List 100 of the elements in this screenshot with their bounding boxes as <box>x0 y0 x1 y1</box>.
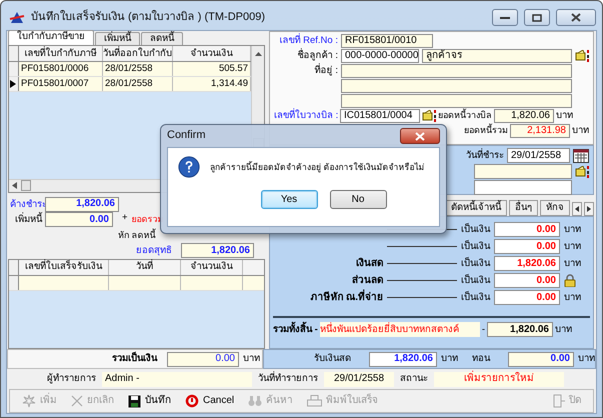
question-icon <box>178 156 200 178</box>
payment-label: ส่วนลด <box>351 274 383 286</box>
printer-icon <box>307 394 322 408</box>
unit-label: บาท <box>564 224 581 236</box>
calendar-icon <box>573 148 589 162</box>
input-field[interactable]: 1,820.06 <box>486 322 553 337</box>
field-label: เลขที่ใบวางบิล : <box>274 110 338 122</box>
input-field[interactable]: 1,820.06 <box>494 256 560 271</box>
tab[interactable]: อื่นๆ <box>509 200 538 216</box>
input-field[interactable] <box>341 94 572 108</box>
field-label: เป็นเงิน <box>461 292 490 304</box>
tab[interactable]: ใบกำกับภาษีขาย <box>8 30 94 45</box>
cancel-icon <box>71 395 83 407</box>
close-icon <box>571 13 581 22</box>
input-field[interactable]: 2,131.98 <box>510 124 570 138</box>
column-header: จำนวนเงิน <box>181 260 243 275</box>
field-label: วันที่ทำรายการ <box>258 373 318 385</box>
input-field[interactable]: เพิ่มรายการใหม่ <box>434 372 564 386</box>
toolbar-button[interactable]: Cancel <box>179 393 240 409</box>
input-field[interactable]: 1,820.06 <box>181 243 254 258</box>
input-field[interactable]: RF015801/0010 <box>341 34 433 48</box>
lock-icon <box>564 274 576 287</box>
close-button[interactable] <box>556 9 596 26</box>
input-field[interactable]: 0.00 <box>45 212 113 228</box>
right-arrow-icon[interactable] <box>587 206 591 212</box>
unit-label: บาท <box>243 353 260 365</box>
field-label: ยอดสุทธิ <box>136 245 172 257</box>
field-label: ทอน <box>472 353 490 365</box>
input-field[interactable]: IC015801/0004 <box>340 108 420 122</box>
plus-sign: + <box>122 212 128 224</box>
input-field[interactable]: 1,820.06 <box>494 108 554 122</box>
minimize-button[interactable] <box>492 9 518 26</box>
dialog-button[interactable]: Yes <box>260 190 318 209</box>
row-selector-cell[interactable] <box>9 62 19 76</box>
field-label: เป็นเงิน <box>461 274 490 286</box>
input-field[interactable]: 0.00 <box>494 273 560 288</box>
input-field[interactable]: 0.00 <box>508 352 574 366</box>
lookup-icon <box>422 110 436 122</box>
field-label: สถานะ <box>400 373 428 385</box>
input-field[interactable]: 0.00 <box>494 222 560 237</box>
input-field[interactable] <box>474 164 572 179</box>
tab[interactable]: เพิ่มหนี้ <box>95 32 140 45</box>
field-label: เป็นเงิน <box>461 224 490 236</box>
input-field[interactable] <box>474 180 572 195</box>
tab[interactable]: ลดหนี้ <box>141 32 183 45</box>
scroll-left-icon[interactable] <box>12 182 17 190</box>
input-field[interactable]: 29/01/2558 <box>324 372 394 386</box>
field-label: ชื่อลูกค้า : <box>296 50 338 62</box>
input-field[interactable] <box>341 64 572 78</box>
unit-label: บาท <box>554 324 572 336</box>
dialog-title: Confirm <box>167 129 206 143</box>
input-field[interactable]: 29/01/2558 <box>507 148 570 163</box>
column-header: เลขที่ใบกำกับภาษี <box>19 46 103 61</box>
field-label: ยอดหนี้วางบิล <box>438 110 492 121</box>
field-label: เพิ่มหนี้ <box>14 214 42 226</box>
input-field[interactable]: Admin - <box>102 372 252 386</box>
maximize-button[interactable] <box>524 9 550 26</box>
scroll-left-button[interactable] <box>572 202 582 216</box>
column-header: วันที่ออกใบกำกับ <box>103 46 173 61</box>
column-header: วันที่ <box>109 260 181 275</box>
minimize-icon <box>500 16 510 20</box>
input-field[interactable]: ลูกค้าจร <box>422 48 572 62</box>
unit-label: บาท <box>564 240 581 252</box>
field-label: รวมเป็นเงิน <box>112 353 157 365</box>
payment-label: เงินสด <box>355 258 383 270</box>
left-arrow-icon[interactable] <box>575 206 579 212</box>
unit-label: บาท <box>564 258 581 270</box>
app-icon <box>9 10 25 24</box>
lookup-icon <box>575 166 589 178</box>
input-field[interactable]: 000-0000-00000 <box>341 48 419 62</box>
input-field[interactable]: 0.00 <box>494 239 560 254</box>
input-field[interactable]: 0.00 <box>167 352 239 366</box>
dialog-button[interactable]: No <box>330 190 386 209</box>
close-button[interactable] <box>400 128 440 144</box>
tab[interactable]: ตัดหนี้เจ้าหนี้ <box>445 200 507 216</box>
window-title: บันทึกใบเสร็จรับเงิน (ตามใบวางบิล ) (TM-DP009) <box>31 10 265 24</box>
table-cell: 28/01/2558 <box>103 77 173 91</box>
toolbar-button[interactable]: บันทึก <box>122 394 177 408</box>
lookup-icon <box>575 50 589 62</box>
row-selector-cell[interactable] <box>9 276 19 290</box>
input-field[interactable] <box>341 78 572 92</box>
input-field[interactable]: 1,820.06 <box>45 196 119 212</box>
table-cell: 28/01/2558 <box>103 62 173 76</box>
field-label: เลขที่ Ref.No : <box>278 34 338 46</box>
row-selector-cell[interactable] <box>9 77 19 91</box>
scroll-right-button[interactable] <box>584 202 594 216</box>
binoculars-icon <box>248 395 262 407</box>
close-icon <box>415 132 425 140</box>
maximize-icon <box>532 14 542 22</box>
dialog-message: ลูกค้ารายนี้มียอดมัดจำค้างอยู่ ต้องการใช้เงินมัดจำหรือไม่ <box>210 162 424 172</box>
scroll-up-icon[interactable] <box>254 50 262 58</box>
field-label: วันที่ชำระ <box>466 150 504 162</box>
unit-label: บาท <box>578 353 595 365</box>
field-label: ผู้ทำรายการ <box>47 373 96 385</box>
table-cell: PF015801/0007 <box>19 77 103 91</box>
input-field[interactable]: 1,820.06 <box>369 352 437 366</box>
scroll-thumb[interactable] <box>21 180 31 192</box>
tab[interactable]: หักจ <box>540 200 570 216</box>
input-field[interactable]: 0.00 <box>494 290 560 305</box>
undo-icon <box>185 394 199 408</box>
